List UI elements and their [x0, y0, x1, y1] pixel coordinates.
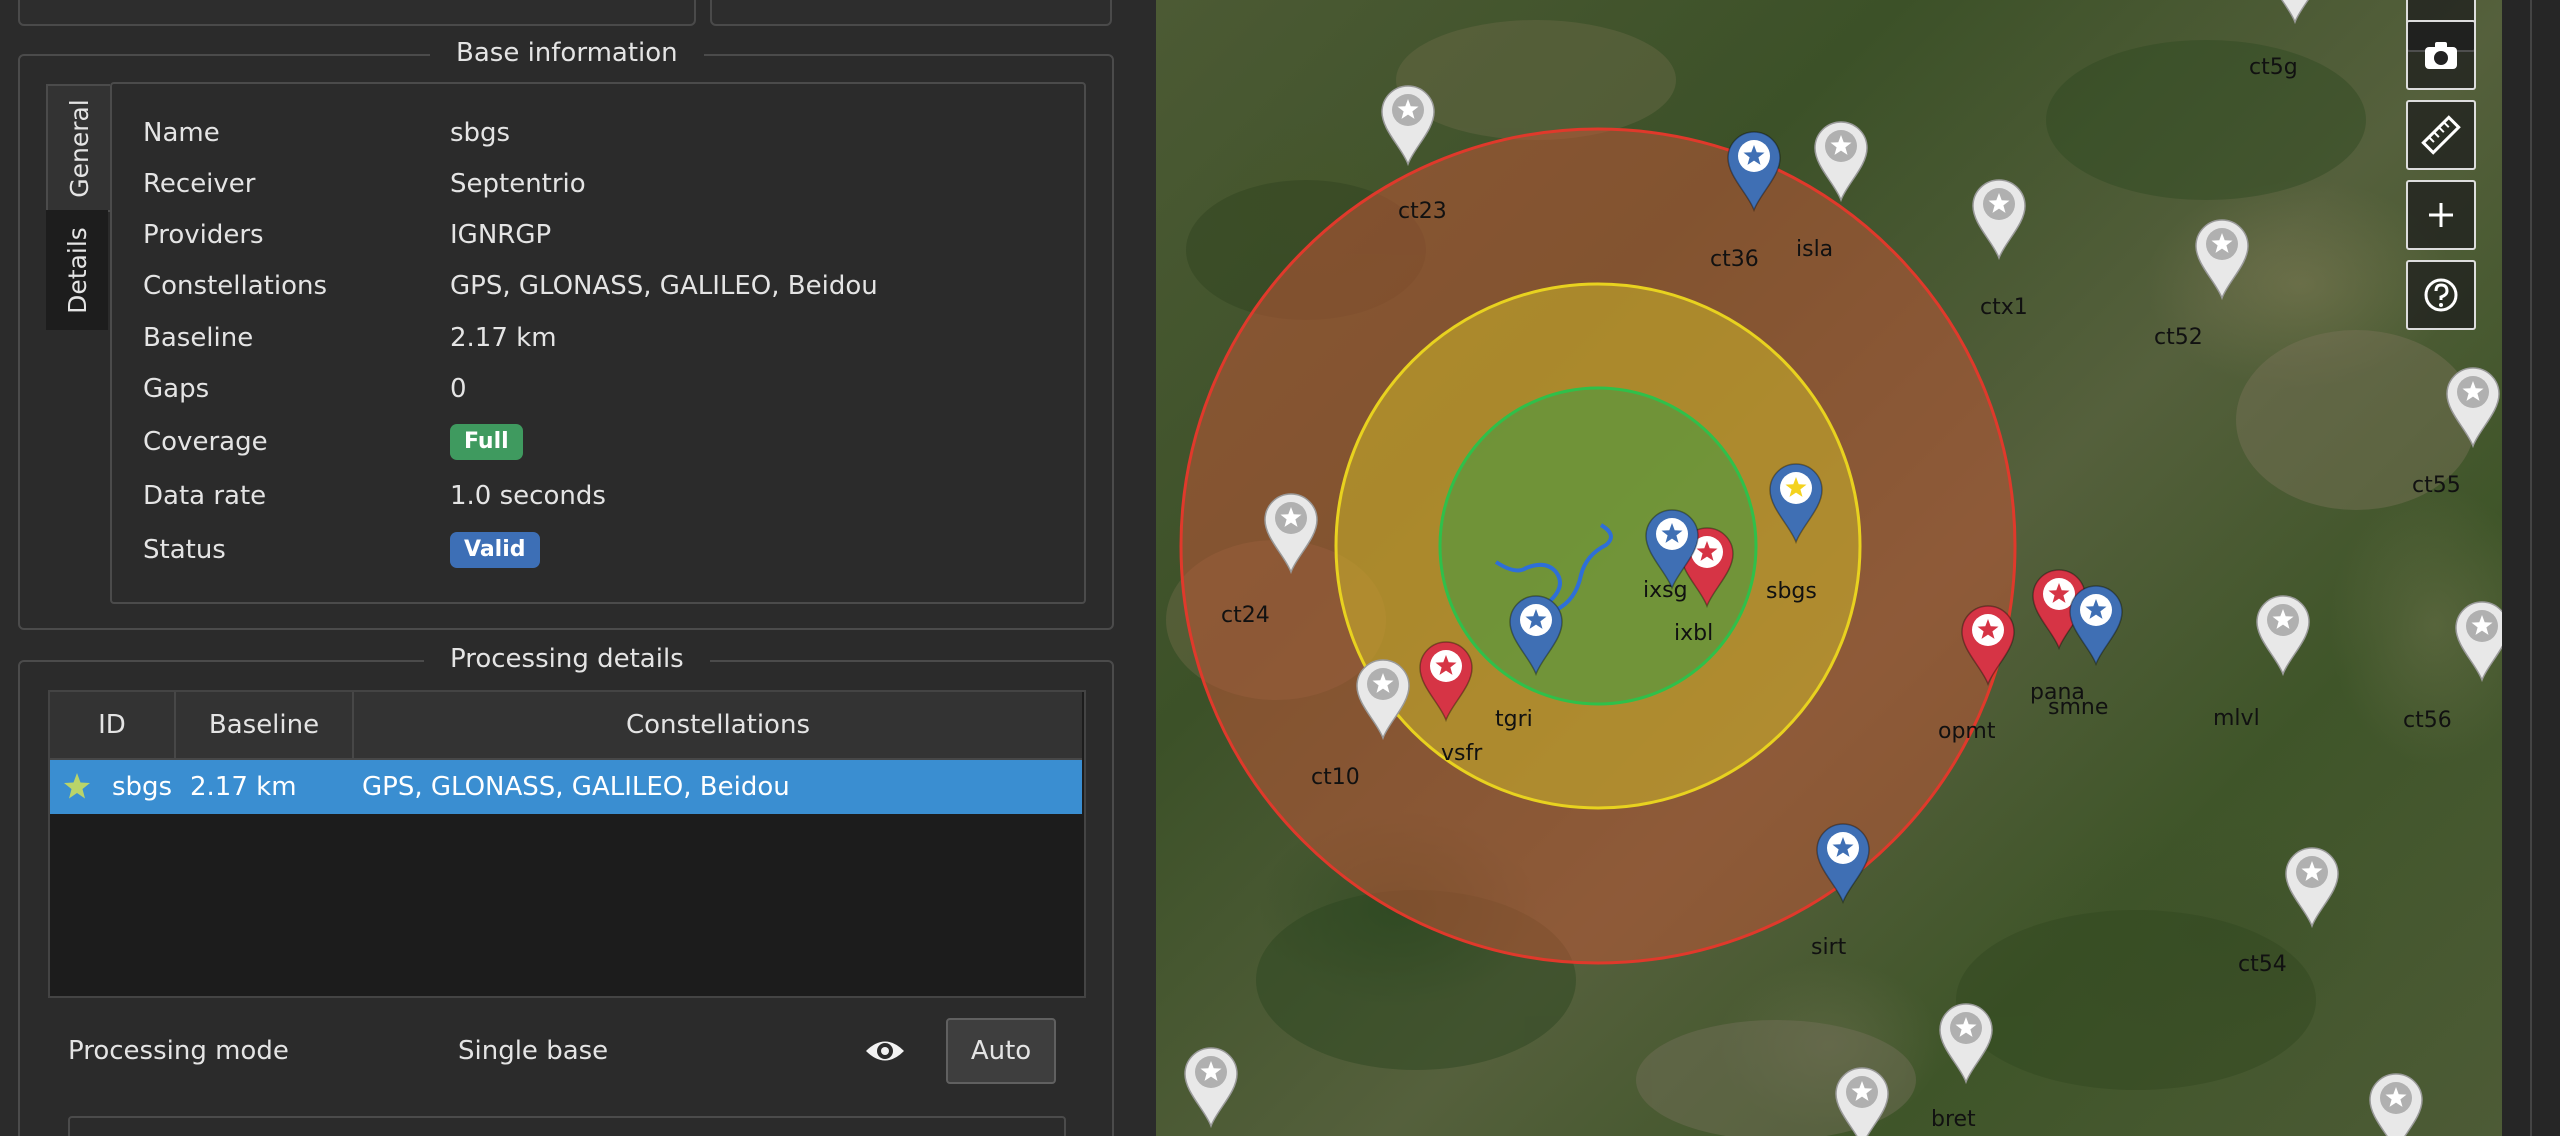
help-button[interactable]	[2406, 260, 2476, 330]
coverage-badge: Full	[450, 424, 523, 460]
data-rate-label: Data rate	[143, 481, 267, 511]
tab-general-label: General	[64, 98, 94, 198]
tab-general[interactable]: General	[46, 84, 110, 212]
map-marker-smne[interactable]	[2069, 585, 2123, 667]
providers-label: Providers	[143, 220, 264, 250]
column-header-constellations[interactable]: Constellations	[354, 692, 1082, 760]
baseline-table: ID Baseline Constellations sbgs 2.17 km …	[48, 690, 1086, 998]
processing-mode-value: Single base	[458, 1036, 609, 1066]
map-marker-bottom-right[interactable]	[2369, 1073, 2423, 1136]
map-marker-label: vsfr	[1441, 741, 1483, 766]
map-marker-label: sirt	[1811, 935, 1847, 960]
info-box	[110, 82, 1086, 604]
map-marker-label: ixbl	[1674, 621, 1713, 646]
plus-icon	[2429, 203, 2453, 227]
eye-icon[interactable]	[864, 1034, 906, 1072]
tab-details-label: Details	[62, 226, 92, 314]
map-marker-ct54[interactable]	[2285, 847, 2339, 929]
map-marker-label: ct24	[1221, 603, 1270, 628]
map-marker-ct23[interactable]	[1381, 85, 1435, 167]
map-marker-label: ct23	[1398, 199, 1447, 224]
map-marker-label: smne	[2048, 695, 2108, 720]
receiver-label: Receiver	[143, 169, 256, 199]
auto-button[interactable]: Auto	[946, 1018, 1056, 1084]
row-constellations: GPS, GLONASS, GALILEO, Beidou	[362, 772, 790, 802]
gaps-label: Gaps	[143, 374, 210, 404]
map-marker-label: sbgs	[1766, 579, 1817, 604]
star-icon	[62, 760, 92, 814]
map-view[interactable]: ct23 ct36 isla ctx1 ct52 ct5g ct55 ct24 ixsg ixbl…	[1156, 0, 2502, 1136]
map-marker-ct52[interactable]	[2195, 219, 2249, 301]
map-marker-ct56[interactable]	[2455, 601, 2502, 683]
map-marker-label: ct52	[2154, 325, 2203, 350]
ruler-icon	[2421, 115, 2461, 155]
right-scroll-strip	[2502, 0, 2560, 1136]
left-panel: Base information General Details Name sb…	[0, 0, 1150, 1136]
map-marker-mlvl[interactable]	[2256, 595, 2310, 677]
constellations-value: GPS, GLONASS, GALILEO, Beidou	[450, 271, 878, 301]
camera-button[interactable]	[2406, 20, 2476, 90]
row-baseline: 2.17 km	[190, 772, 297, 802]
status-badge: Valid	[450, 532, 540, 568]
map-marker-label: ctx1	[1980, 295, 2028, 320]
map-canvas: ct23 ct36 isla ctx1 ct52 ct5g ct55 ct24 ixsg ixbl…	[1166, 0, 2502, 1136]
processing-mode-label: Processing mode	[68, 1036, 289, 1066]
map-marker-label: ct54	[2238, 952, 2287, 977]
map-marker-label: ct5g	[2249, 55, 2298, 80]
row-id: sbgs	[112, 772, 173, 802]
top-tab-right[interactable]	[710, 0, 1112, 26]
column-header-id[interactable]: ID	[50, 692, 176, 760]
providers-value: IGNRGP	[450, 220, 552, 250]
gaps-value: 0	[450, 374, 467, 404]
data-rate-value: 1.0 seconds	[450, 481, 606, 511]
tab-details[interactable]: Details	[46, 210, 108, 330]
map-marker-ctx1[interactable]	[1972, 179, 2026, 261]
map-marker-label: isla	[1796, 237, 1833, 262]
base-information-title: Base information	[430, 38, 704, 68]
receiver-value: Septentrio	[450, 169, 586, 199]
name-value: sbgs	[450, 118, 511, 148]
map-marker-isla[interactable]	[1814, 121, 1868, 203]
map-marker-label: ct56	[2403, 708, 2452, 733]
map-marker-label: mlvl	[2213, 706, 2260, 731]
name-label: Name	[143, 118, 220, 148]
map-marker-label: ct55	[2412, 473, 2461, 498]
table-row[interactable]: sbgs 2.17 km GPS, GLONASS, GALILEO, Beid…	[50, 760, 1082, 814]
camera-icon	[2425, 42, 2457, 69]
map-marker-label: tgri	[1495, 707, 1533, 732]
top-tab-left[interactable]	[18, 0, 696, 26]
bottom-frame	[68, 1116, 1066, 1136]
ruler-button[interactable]	[2406, 100, 2476, 170]
map-marker-label: bret	[1931, 1107, 1976, 1132]
map-marker-bottom-left[interactable]	[1184, 1047, 1238, 1129]
add-button[interactable]	[2406, 180, 2476, 250]
status-label: Status	[143, 535, 226, 565]
column-header-baseline[interactable]: Baseline	[176, 692, 354, 760]
map-marker-label: ct10	[1311, 765, 1360, 790]
constellations-label: Constellations	[143, 271, 328, 301]
map-marker-ct5g[interactable]	[2269, 0, 2321, 25]
processing-details-title: Processing details	[424, 644, 710, 674]
coverage-label: Coverage	[143, 427, 268, 457]
baseline-value: 2.17 km	[450, 323, 557, 353]
map-marker-label: ixsg	[1643, 578, 1688, 603]
baseline-label: Baseline	[143, 323, 254, 353]
map-marker-bret[interactable]	[1939, 1003, 1993, 1085]
map-marker-label: ct36	[1710, 247, 1759, 272]
map-marker-label: opmt	[1938, 719, 1996, 744]
help-icon	[2424, 278, 2458, 312]
